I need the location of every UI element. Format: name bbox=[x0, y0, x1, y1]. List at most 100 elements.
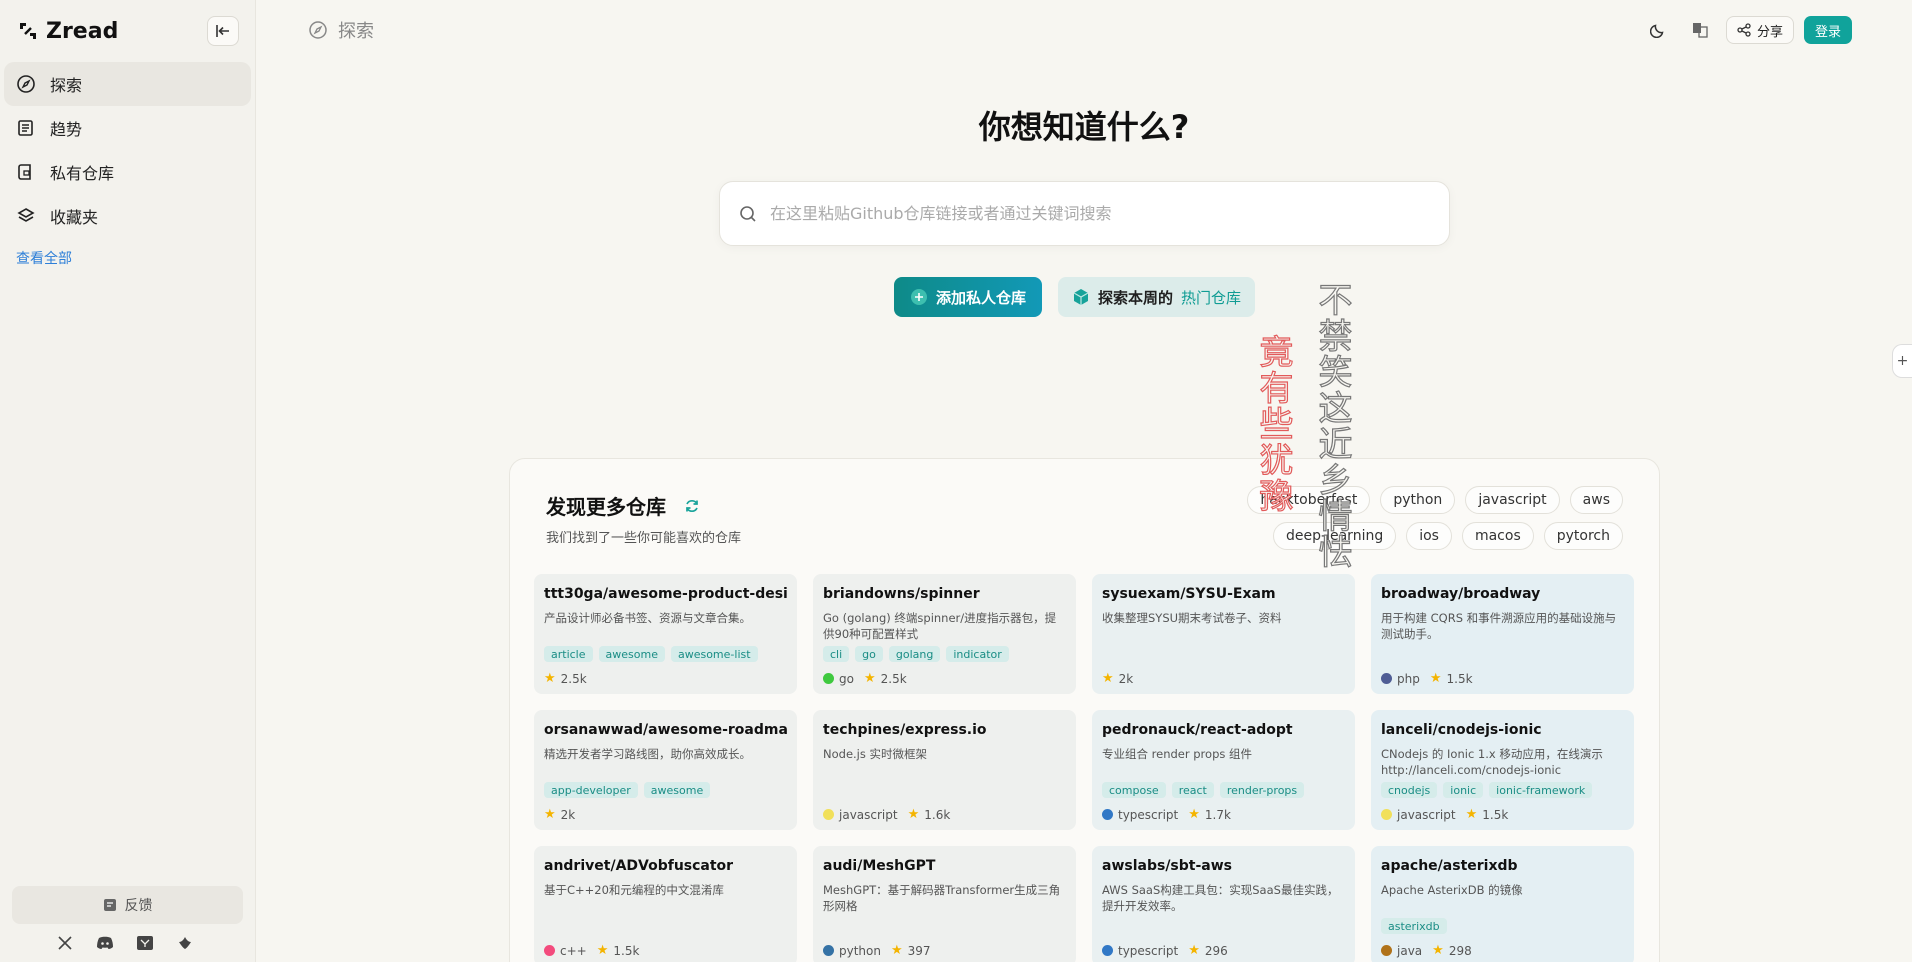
repo-card[interactable]: ttt30ga/awesome-product-design 产品设计师必备书签、… bbox=[534, 574, 797, 694]
repo-stars: ★ 1.7k bbox=[1188, 807, 1231, 822]
repo-tag[interactable]: article bbox=[544, 646, 593, 662]
repo-tag[interactable]: render-props bbox=[1219, 782, 1305, 798]
repo-name[interactable]: broadway/broadway bbox=[1381, 586, 1624, 602]
repo-meta: javascript ★ 1.5k bbox=[1381, 807, 1508, 822]
repo-name[interactable]: audi/MeshGPT bbox=[823, 858, 1066, 874]
repo-tag[interactable]: asterixdb bbox=[1381, 918, 1447, 934]
discover-title-row: 发现更多仓库 bbox=[546, 491, 700, 520]
repo-tag[interactable]: app-developer bbox=[544, 782, 638, 798]
repo-card[interactable]: lanceli/cnodejs-ionic CNodejs 的 Ionic 1.x… bbox=[1371, 710, 1634, 830]
hero-title: 你想知道什么? bbox=[978, 108, 1190, 146]
repo-name[interactable]: awslabs/sbt-aws bbox=[1102, 858, 1345, 874]
repo-stars: ★ 2.5k bbox=[544, 671, 587, 686]
language-toggle[interactable] bbox=[1684, 16, 1716, 44]
repo-tag[interactable]: ionic bbox=[1443, 782, 1484, 798]
star-count: 1.6k bbox=[924, 807, 951, 822]
collapse-sidebar-button[interactable] bbox=[207, 16, 239, 46]
repo-stars: ★ 1.5k bbox=[1430, 671, 1473, 686]
star-count: 298 bbox=[1448, 943, 1472, 958]
repo-stars: ★ 1.6k bbox=[908, 807, 951, 822]
repo-name[interactable]: techpines/express.io bbox=[823, 722, 1066, 738]
language-label: c++ bbox=[560, 943, 587, 958]
app-logo[interactable]: Zread bbox=[18, 19, 118, 44]
sidebar-item-explore[interactable]: 探索 bbox=[4, 62, 251, 106]
repo-name[interactable]: andrivet/ADVobfuscator bbox=[544, 858, 787, 874]
repo-tag[interactable]: awesome bbox=[598, 646, 665, 662]
repo-tag[interactable]: ionic-framework bbox=[1489, 782, 1593, 798]
sidebar-item-favorites[interactable]: 收藏夹 bbox=[4, 194, 251, 238]
add-private-repo-button[interactable]: 添加私人仓库 bbox=[894, 277, 1043, 317]
repo-card[interactable]: pedronauck/react-adopt 专业组合 render props … bbox=[1092, 710, 1355, 830]
feedback-label: 反馈 bbox=[124, 898, 153, 914]
repo-card[interactable]: orsanawwad/awesome-roadmaps 精选开发者学习路线图，助你… bbox=[534, 710, 797, 830]
repo-card[interactable]: techpines/express.io Node.js 实时微框架 javascr… bbox=[813, 710, 1076, 830]
hero-actions: 添加私人仓库 探索本周的 热门仓库 bbox=[894, 277, 1256, 317]
repo-card[interactable]: andrivet/ADVobfuscator 基于C++20和元编程的中文混淆库 c… bbox=[534, 846, 797, 962]
repo-card[interactable]: apache/asterixdb Apache AsterixDB 的镜像 aste… bbox=[1371, 846, 1634, 962]
x-twitter-icon[interactable] bbox=[56, 934, 74, 952]
repo-name[interactable]: sysuexam/SYSU-Exam bbox=[1102, 586, 1345, 602]
discover-title: 发现更多仓库 bbox=[546, 495, 666, 519]
repo-tags: compose react render-props bbox=[1102, 782, 1305, 798]
repo-card[interactable]: broadway/broadway 用于构建 CQRS 和事件溯源应用的基础设施与… bbox=[1371, 574, 1634, 694]
repo-tag[interactable]: indicator bbox=[946, 646, 1009, 662]
language-color-dot bbox=[1381, 945, 1392, 956]
repo-name[interactable]: briandowns/spinner bbox=[823, 586, 1066, 602]
star-icon: ★ bbox=[1432, 943, 1444, 958]
share-button[interactable]: 分享 bbox=[1725, 16, 1794, 44]
refresh-icon[interactable] bbox=[684, 498, 700, 514]
repo-description: 收集整理SYSU期末考试卷子、资料 bbox=[1102, 611, 1282, 625]
see-all-link[interactable]: 查看全部 bbox=[0, 238, 255, 278]
repo-description: Go (golang) 终端spinner/进度指示器包，提供90种可配置样式 bbox=[823, 611, 1057, 641]
repo-name[interactable]: lanceli/cnodejs-ionic bbox=[1381, 722, 1624, 738]
dark-mode-toggle[interactable] bbox=[1642, 16, 1674, 44]
repo-stars: ★ 2.5k bbox=[864, 671, 907, 686]
sidebar-item-trending[interactable]: 趋势 bbox=[4, 106, 251, 150]
repo-description: AWS SaaS构建工具包：实现SaaS最佳实践，提升开发效率。 bbox=[1102, 883, 1339, 913]
repo-name[interactable]: apache/asterixdb bbox=[1381, 858, 1624, 874]
repo-stars: ★ 2k bbox=[544, 807, 575, 822]
repo-stars: ★ 397 bbox=[891, 943, 931, 958]
discord-icon[interactable] bbox=[96, 934, 114, 952]
login-button[interactable]: 登录 bbox=[1803, 16, 1852, 44]
star-icon: ★ bbox=[544, 807, 556, 822]
repo-meta: typescript ★ 296 bbox=[1102, 943, 1228, 958]
community-icon[interactable] bbox=[176, 934, 194, 952]
hackernews-icon[interactable] bbox=[136, 934, 154, 952]
language-label: java bbox=[1397, 943, 1423, 958]
repo-card[interactable]: sysuexam/SYSU-Exam 收集整理SYSU期末考试卷子、资料 ★ 2k bbox=[1092, 574, 1355, 694]
star-count: 296 bbox=[1204, 943, 1228, 958]
repo-card[interactable]: briandowns/spinner Go (golang) 终端spinner/… bbox=[813, 574, 1076, 694]
repo-tag[interactable]: cli bbox=[823, 646, 850, 662]
repo-tags: cnodejs ionic ionic-framework bbox=[1381, 782, 1593, 798]
repo-tag[interactable]: compose bbox=[1102, 782, 1166, 798]
star-icon: ★ bbox=[890, 943, 903, 958]
top-actions: 分享 登录 bbox=[1642, 16, 1852, 44]
repo-tag[interactable]: cnodejs bbox=[1381, 782, 1438, 798]
star-icon: ★ bbox=[596, 943, 609, 958]
repo-stars: ★ 2k bbox=[1102, 671, 1133, 686]
repo-card[interactable]: audi/MeshGPT MeshGPT：基于解码器Transformer生成三角… bbox=[813, 846, 1076, 962]
plus-icon: + bbox=[1896, 353, 1909, 369]
repo-tag[interactable]: awesome-list bbox=[670, 646, 758, 662]
search-icon bbox=[740, 205, 756, 222]
explore-trending-button[interactable]: 探索本周的 热门仓库 bbox=[1058, 277, 1256, 317]
language-label: php bbox=[1397, 671, 1420, 686]
repo-name[interactable]: orsanawwad/awesome-roadmaps bbox=[544, 722, 787, 738]
sidebar-item-private-repos[interactable]: 私有仓库 bbox=[4, 150, 251, 194]
repo-name[interactable]: ttt30ga/awesome-product-design bbox=[544, 586, 787, 602]
repo-tag[interactable]: golang bbox=[888, 646, 941, 662]
repo-tags: cli go golang indicator bbox=[823, 646, 1009, 662]
search-input[interactable] bbox=[770, 204, 1431, 223]
repo-card[interactable]: awslabs/sbt-aws AWS SaaS构建工具包：实现SaaS最佳实践，… bbox=[1092, 846, 1355, 962]
repo-name[interactable]: pedronauck/react-adopt bbox=[1102, 722, 1345, 738]
edge-expand-button[interactable]: + bbox=[1892, 344, 1912, 378]
language-color-dot bbox=[823, 809, 834, 820]
search-box[interactable] bbox=[719, 181, 1450, 246]
repo-tag[interactable]: go bbox=[855, 646, 883, 662]
compass-icon bbox=[17, 75, 35, 93]
repo-tags: asterixdb bbox=[1381, 918, 1447, 934]
feedback-button[interactable]: 反馈 bbox=[12, 886, 243, 924]
repo-tag[interactable]: awesome bbox=[643, 782, 711, 798]
repo-tag[interactable]: react bbox=[1171, 782, 1214, 798]
